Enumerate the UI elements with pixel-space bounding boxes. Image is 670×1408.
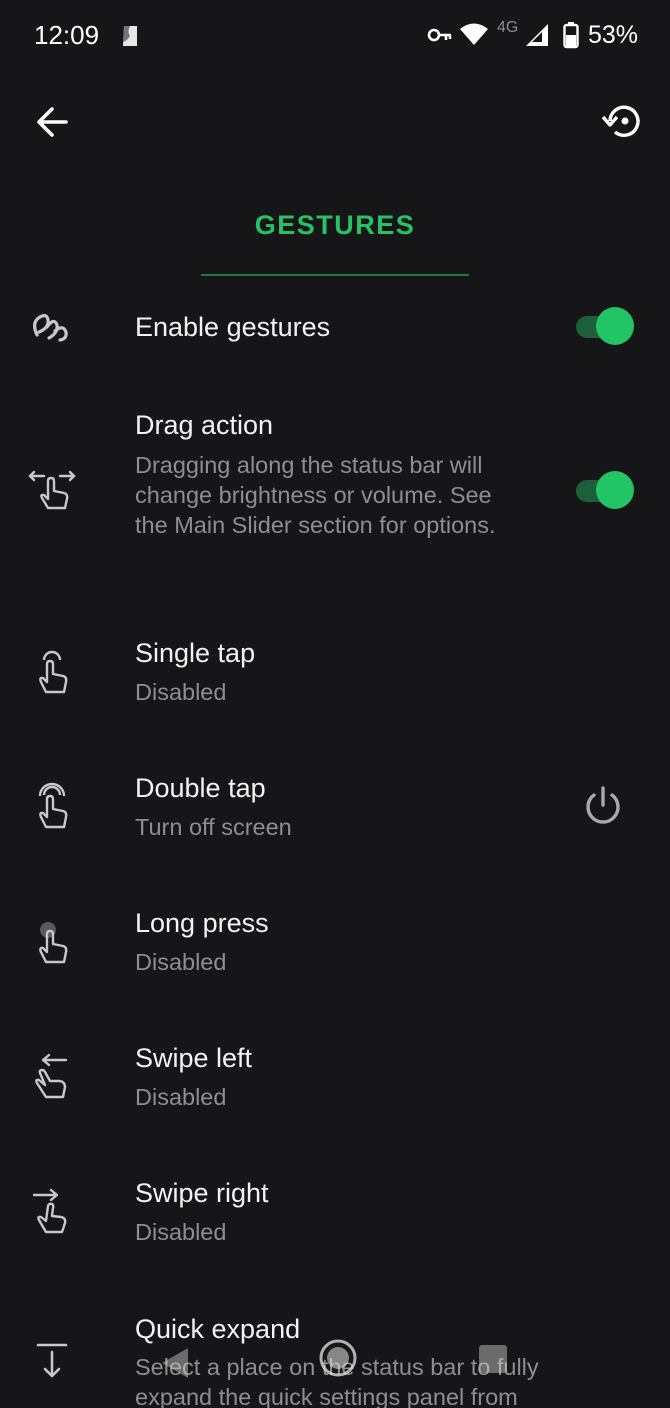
long-press-icon: [26, 916, 78, 968]
tab-gestures[interactable]: GESTURES: [201, 196, 469, 276]
row-long-press[interactable]: Long press Disabled: [0, 900, 670, 990]
row-swipe-left[interactable]: Swipe left Disabled: [0, 1035, 670, 1125]
back-button[interactable]: [28, 98, 76, 146]
arrow-left-icon: [28, 107, 76, 150]
row-subtitle: Turn off screen: [135, 814, 292, 840]
squiggle-gesture-icon: [26, 300, 78, 352]
toggle-knob: [596, 307, 634, 345]
row-title: Single tap: [135, 638, 256, 668]
battery-icon: [563, 21, 579, 54]
row-enable-gestures[interactable]: Enable gestures: [0, 296, 670, 358]
row-title: Long press: [135, 908, 269, 938]
double-tap-icon: [26, 781, 78, 833]
reset-button[interactable]: [598, 96, 648, 146]
row-drag-action[interactable]: Drag action Dragging along the status ba…: [0, 400, 670, 580]
row-subtitle: Disabled: [135, 949, 227, 975]
nav-home-icon[interactable]: [318, 1338, 358, 1383]
row-title: Swipe right: [135, 1178, 269, 1208]
cell-signal-icon: [525, 23, 549, 52]
row-title: Double tap: [135, 773, 266, 803]
power-icon[interactable]: [580, 783, 626, 829]
swipe-left-icon: [26, 1051, 78, 1103]
row-subtitle: Disabled: [135, 679, 227, 705]
arrow-down-to-line-icon: [26, 1336, 78, 1388]
row-title: Quick expand: [135, 1314, 301, 1344]
row-title: Swipe left: [135, 1043, 253, 1073]
swipe-right-icon: [26, 1186, 78, 1238]
row-subtitle: Disabled: [135, 1219, 227, 1245]
nav-back-icon[interactable]: [160, 1346, 190, 1385]
row-title: Drag action: [135, 410, 274, 440]
toggle-knob: [596, 471, 634, 509]
nav-recents-icon[interactable]: [478, 1344, 508, 1379]
row-title: Enable gestures: [135, 312, 331, 342]
vpn-key-icon: [427, 27, 453, 48]
wifi-icon: [459, 22, 489, 51]
row-double-tap[interactable]: Double tap Turn off screen: [0, 765, 670, 855]
status-time: 12:09: [34, 20, 100, 50]
single-tap-icon: [26, 646, 78, 698]
row-subtitle: Dragging along the status bar will chang…: [135, 452, 496, 538]
row-swipe-right[interactable]: Swipe right Disabled: [0, 1170, 670, 1260]
battery-percent: 53%: [588, 21, 639, 49]
network-type-label: 4G: [497, 19, 519, 36]
row-subtitle: Select a place on the status bar to full…: [135, 1354, 539, 1408]
row-single-tap[interactable]: Single tap Disabled: [0, 630, 670, 720]
drag-hand-icon: [26, 464, 78, 516]
status-bar: 12:09 4G 53%: [0, 0, 670, 72]
notification-icon: [121, 24, 139, 53]
enable-gestures-toggle[interactable]: [574, 306, 636, 346]
tab-label: GESTURES: [254, 210, 416, 240]
row-subtitle: Disabled: [135, 1084, 227, 1110]
app-bar: [0, 72, 670, 172]
restore-icon: [598, 105, 648, 150]
tab-indicator: [201, 274, 469, 276]
drag-action-toggle[interactable]: [574, 470, 636, 510]
